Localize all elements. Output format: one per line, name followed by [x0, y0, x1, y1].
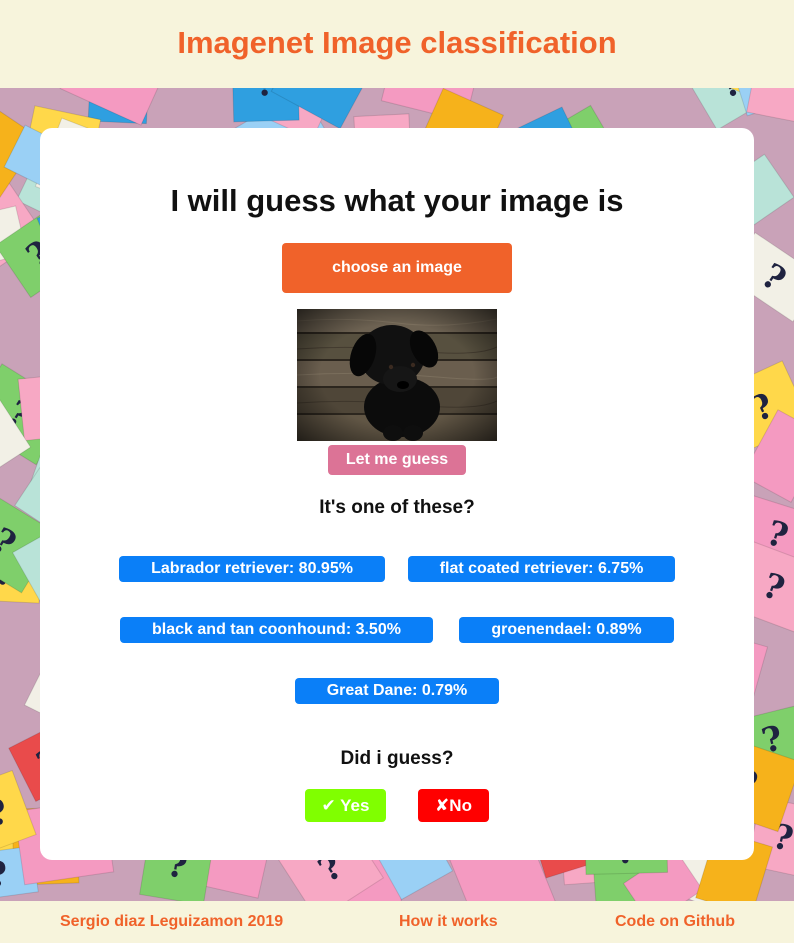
choose-image-button[interactable]: choose an image — [282, 243, 512, 293]
yes-button[interactable]: ✔ Yes — [305, 789, 386, 822]
prediction-badge-4: groenendael: 0.89% — [459, 617, 674, 643]
image-preview — [297, 309, 497, 441]
header: Imagenet Image classification — [0, 0, 794, 88]
let-me-guess-button[interactable]: Let me guess — [328, 445, 466, 475]
author-link[interactable]: Sergio diaz Leguizamon 2019 — [60, 913, 283, 931]
dog-photo — [297, 309, 497, 441]
feedback-question: Did i guess? — [340, 748, 454, 769]
prediction-badge-5: Great Dane: 0.79% — [295, 678, 499, 704]
footer: Sergio diaz Leguizamon 2019 How it works… — [0, 901, 794, 943]
predictions-question: It's one of these? — [319, 497, 475, 518]
prediction-badge-1: Labrador retriever: 80.95% — [119, 556, 385, 582]
how-it-works-link[interactable]: How it works — [399, 913, 498, 931]
page-title: Imagenet Image classification — [177, 25, 617, 60]
github-link[interactable]: Code on Github — [615, 913, 735, 931]
card-title: I will guess what your image is — [170, 183, 624, 218]
prediction-badge-3: black and tan coonhound: 3.50% — [120, 617, 433, 643]
prediction-badge-2: flat coated retriever: 6.75% — [408, 556, 675, 582]
paper-note — [746, 88, 794, 127]
no-button[interactable]: ✘No — [418, 789, 489, 822]
